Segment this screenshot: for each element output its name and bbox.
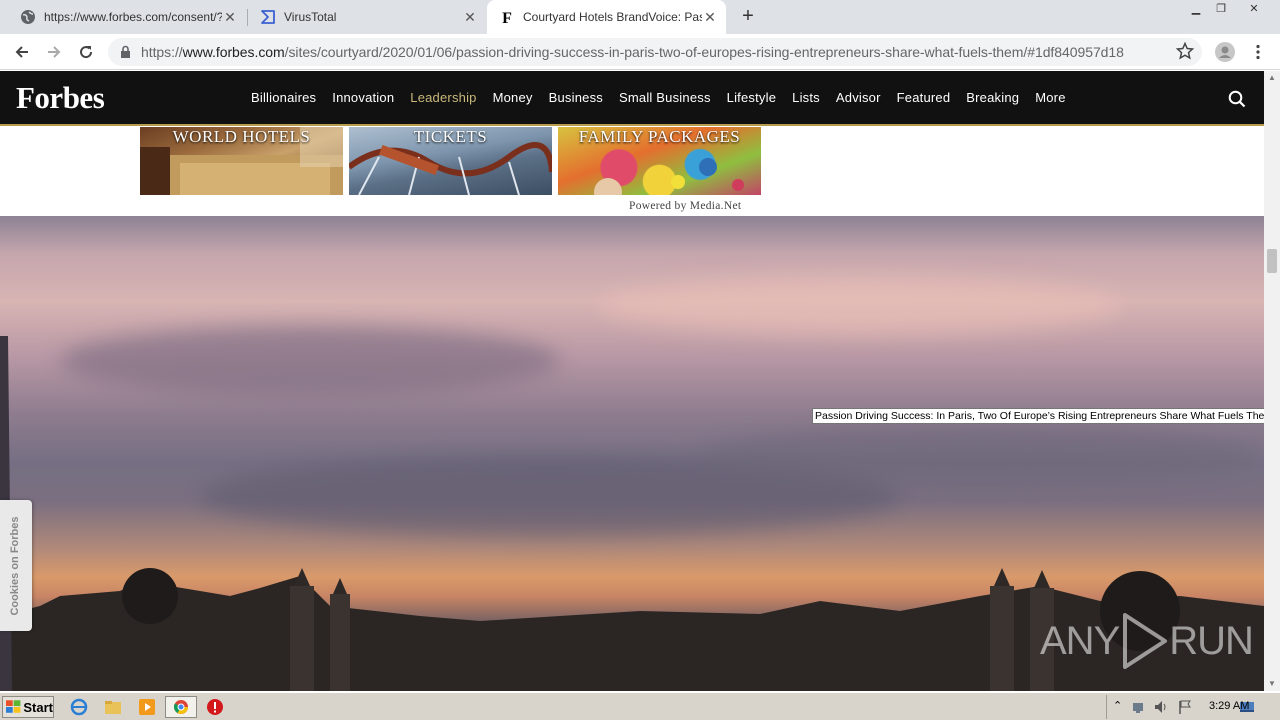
bookmark-star-icon[interactable] bbox=[1175, 41, 1195, 65]
powered-by-label[interactable]: Powered by Media.Net bbox=[629, 200, 741, 212]
tab-title: https://www.forbes.com/consent/?t bbox=[44, 10, 222, 24]
browser-tab-forbes-consent[interactable]: https://www.forbes.com/consent/?t ✕ bbox=[8, 0, 246, 34]
menu-billionaires[interactable]: Billionaires bbox=[243, 90, 324, 105]
forbes-navbar: Forbes Billionaires Innovation Leadershi… bbox=[0, 71, 1264, 126]
taskbar-clock[interactable]: 3:29 AM bbox=[1209, 700, 1249, 712]
close-tab-icon[interactable]: ✕ bbox=[222, 9, 238, 26]
volume-icon[interactable] bbox=[1153, 699, 1169, 715]
tab-title: Courtyard Hotels BrandVoice: Passio bbox=[523, 10, 702, 24]
back-arrow-icon[interactable] bbox=[10, 40, 34, 64]
menu-small-business[interactable]: Small Business bbox=[611, 90, 719, 105]
close-tab-icon[interactable]: ✕ bbox=[702, 9, 718, 26]
new-tab-button[interactable]: + bbox=[737, 5, 759, 27]
vertical-scrollbar[interactable]: ▲ ▼ bbox=[1264, 71, 1280, 691]
media-player-icon[interactable] bbox=[138, 698, 156, 716]
scroll-up-arrow-icon[interactable]: ▲ bbox=[1264, 71, 1280, 85]
start-button[interactable]: Start bbox=[2, 696, 54, 718]
network-icon[interactable] bbox=[1131, 699, 1147, 715]
file-explorer-icon[interactable] bbox=[104, 698, 122, 716]
url-scheme: https:// bbox=[141, 44, 183, 60]
ad-caption: FAMILY PACKAGES bbox=[578, 127, 741, 146]
internet-explorer-icon[interactable] bbox=[70, 698, 88, 716]
globe-icon bbox=[20, 9, 36, 25]
action-center-flag-icon[interactable] bbox=[1177, 699, 1193, 715]
cookies-on-forbes-tab[interactable]: Cookies on Forbes bbox=[0, 500, 32, 631]
ad-caption: TICKETS bbox=[413, 127, 488, 146]
browser-tab-strip: https://www.forbes.com/consent/?t ✕ Viru… bbox=[0, 0, 1280, 34]
ad-tile-world-hotels[interactable]: WORLD HOTELS bbox=[140, 127, 343, 195]
browser-toolbar: https://www.forbes.com/sites/courtyard/2… bbox=[0, 34, 1280, 70]
address-url: https://www.forbes.com/sites/courtyard/2… bbox=[141, 44, 1124, 60]
minimize-window-icon[interactable]: ▁ bbox=[1183, 0, 1209, 20]
windows-logo-icon bbox=[6, 700, 21, 713]
start-label: Start bbox=[23, 699, 53, 715]
search-icon[interactable] bbox=[1228, 90, 1246, 113]
tray-expand-icon[interactable]: ⌃ bbox=[1113, 699, 1122, 712]
play-triangle-icon bbox=[1123, 613, 1168, 669]
svg-text:F: F bbox=[502, 10, 512, 25]
menu-leadership[interactable]: Leadership bbox=[402, 90, 484, 105]
close-window-icon[interactable]: ✕ bbox=[1241, 0, 1267, 20]
menu-innovation[interactable]: Innovation bbox=[324, 90, 402, 105]
menu-business[interactable]: Business bbox=[541, 90, 611, 105]
ad-tile-family-packages[interactable]: FAMILY PACKAGES bbox=[558, 127, 761, 195]
browser-tab-virustotal[interactable]: VirusTotal ✕ bbox=[248, 0, 486, 34]
forbes-main-menu: Billionaires Innovation Leadership Money… bbox=[243, 90, 1074, 105]
anyrun-watermark: ANY RUN bbox=[1040, 611, 1254, 671]
menu-lists[interactable]: Lists bbox=[784, 90, 828, 105]
scrollbar-thumb[interactable] bbox=[1267, 249, 1277, 273]
browser-tab-courtyard-active[interactable]: F Courtyard Hotels BrandVoice: Passio ✕ bbox=[487, 0, 726, 34]
scroll-down-arrow-icon[interactable]: ▼ bbox=[1264, 677, 1280, 691]
antivirus-alert-icon[interactable] bbox=[206, 698, 224, 716]
chrome-icon bbox=[173, 700, 188, 714]
forbes-f-icon: F bbox=[499, 9, 515, 25]
watermark-text-left: ANY bbox=[1040, 618, 1120, 663]
close-tab-icon[interactable]: ✕ bbox=[462, 9, 478, 26]
menu-featured[interactable]: Featured bbox=[889, 90, 959, 105]
link-tooltip: Passion Driving Success: In Paris, Two O… bbox=[812, 408, 1277, 424]
url-host: www.forbes.com bbox=[182, 44, 285, 60]
menu-advisor[interactable]: Advisor bbox=[828, 90, 889, 105]
url-path: /sites/courtyard/2020/01/06/passion-driv… bbox=[284, 44, 1124, 60]
cookies-tab-label: Cookies on Forbes bbox=[9, 516, 21, 616]
profile-avatar-icon[interactable] bbox=[1213, 40, 1237, 64]
ad-caption: WORLD HOTELS bbox=[172, 127, 311, 146]
ad-strip: WORLD HOTELS TICKETS FAMILY PACKAGES Pow… bbox=[0, 127, 1264, 216]
virustotal-icon bbox=[260, 9, 276, 25]
forbes-logo[interactable]: Forbes bbox=[16, 80, 105, 116]
windows-taskbar: Start ⌃ 3:29 AM bbox=[0, 692, 1280, 720]
restore-window-icon[interactable]: ❐ bbox=[1208, 0, 1234, 20]
address-bar[interactable]: https://www.forbes.com/sites/courtyard/2… bbox=[108, 38, 1202, 66]
watermark-text-right: RUN bbox=[1169, 618, 1254, 663]
reload-icon[interactable] bbox=[74, 40, 98, 64]
ad-tile-tickets[interactable]: TICKETS bbox=[349, 127, 552, 195]
forward-arrow-icon[interactable] bbox=[42, 40, 66, 64]
menu-breaking[interactable]: Breaking bbox=[958, 90, 1027, 105]
browser-menu-kebab-icon[interactable] bbox=[1246, 40, 1270, 64]
chrome-taskbar-button[interactable] bbox=[165, 696, 197, 718]
tab-title: VirusTotal bbox=[284, 10, 337, 24]
menu-more[interactable]: More bbox=[1027, 90, 1073, 105]
lock-icon bbox=[120, 45, 131, 63]
menu-money[interactable]: Money bbox=[485, 90, 541, 105]
menu-lifestyle[interactable]: Lifestyle bbox=[719, 90, 785, 105]
